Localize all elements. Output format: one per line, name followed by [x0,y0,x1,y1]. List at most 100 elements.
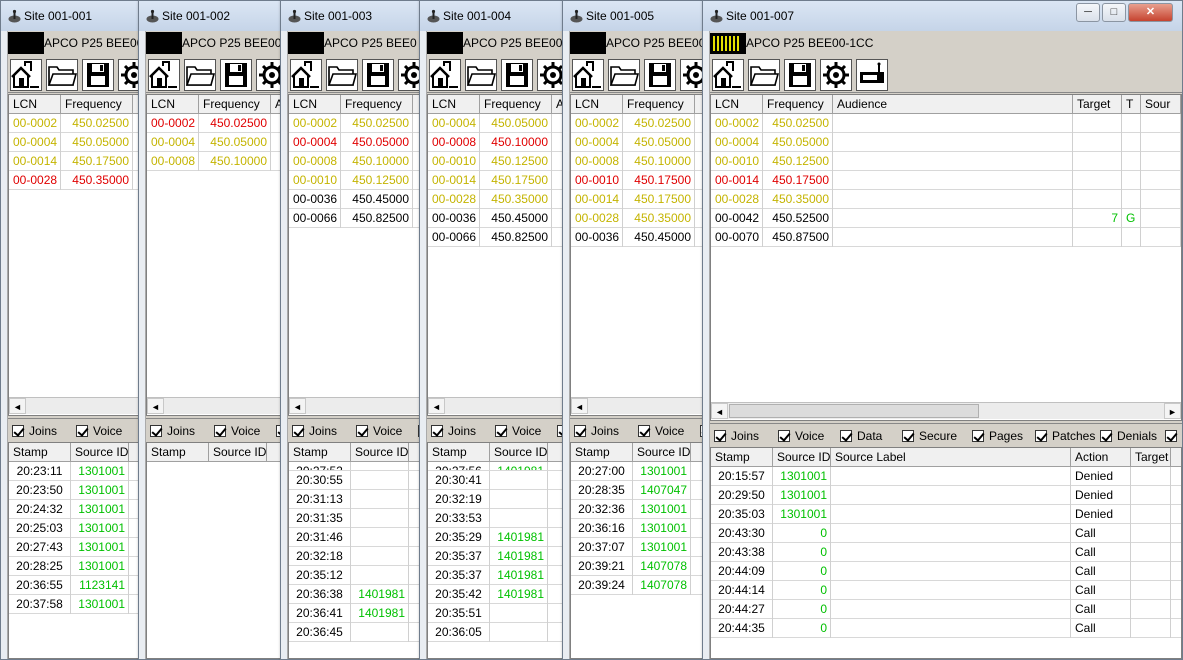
checkbox-checked-icon[interactable] [778,430,790,442]
save-button[interactable] [362,59,394,91]
event-row[interactable]: 20:39:21 1407078 [571,557,703,576]
window-w3[interactable]: Site 001-003 APCO P25 BEE0 LCN Frequency 00-… [280,0,421,660]
source-id-column-header[interactable]: Source ID [773,448,831,467]
open-button[interactable] [608,59,640,91]
event-row[interactable]: 20:27:00 1301001 [571,462,703,481]
event-row[interactable]: 20:44:35 0 Call [711,619,1181,638]
t-column-header[interactable]: T [1122,95,1141,114]
filter-joins-checkbox[interactable]: Joins [714,429,759,443]
close-button[interactable]: ✕ [1128,3,1173,22]
scroll-left-arrow-icon[interactable]: ◄ [571,398,588,414]
source-id-column-header[interactable]: Source ID [633,443,691,462]
filter-more-checkbox[interactable] [1165,429,1182,443]
home-button[interactable] [290,59,322,91]
filter-joins-checkbox[interactable]: Joins [12,424,57,438]
event-row[interactable]: 20:35:37 1401981 [428,547,562,566]
checkbox-checked-icon[interactable] [1035,430,1047,442]
channel-row[interactable]: 00-0004 450.05000 [289,133,419,152]
channel-row[interactable]: 00-0004 450.05000 [9,133,138,152]
source-column-header[interactable]: Sour [1141,95,1181,114]
more-column-header[interactable] [267,443,280,462]
checkbox-checked-icon[interactable] [214,425,226,437]
channel-row[interactable]: 00-0036 450.45000 [289,190,419,209]
channel-row[interactable]: 00-0066 450.82500 [289,209,419,228]
event-row[interactable]: 20:24:32 1301001 [9,500,138,519]
window-w5[interactable]: Site 001-005 APCO P25 BEE00 LCN Frequency 00… [562,0,705,660]
lcn-column-header[interactable]: LCN [571,95,623,114]
event-row[interactable]: 20:35:37 1401981 [428,566,562,585]
title-bar[interactable]: Site 001-002 [139,1,281,31]
channel-row[interactable]: 00-0002 450.02500 [571,114,703,133]
window-w2[interactable]: Site 001-002 APCO P25 BEE00- LCNFrequencyA… [138,0,282,660]
channel-row[interactable]: 00-0004 450.05000 [428,114,562,133]
filter-joins-checkbox[interactable]: Joins [431,424,476,438]
event-row[interactable]: 20:35:42 1401981 [428,585,562,604]
event-row[interactable]: 20:33:53 [428,509,562,528]
filter-patches-checkbox[interactable]: Patches [1035,429,1095,443]
frequency-column-header[interactable]: Frequency [763,95,833,114]
event-row[interactable]: 20:32:19 [428,490,562,509]
channel-row[interactable]: 00-0002 450.02500 [711,114,1181,133]
checkbox-checked-icon[interactable] [150,425,162,437]
event-row[interactable]: 20:25:03 1301001 [9,519,138,538]
source-id-column-header[interactable]: Source ID [209,443,267,462]
source-id-column-header[interactable]: Source ID [490,443,548,462]
channel-row[interactable]: 00-0010 450.12500 [289,171,419,190]
action-column-header[interactable]: Action [1071,448,1131,467]
channel-row[interactable]: 00-0014 450.17500 [711,171,1181,190]
lcn-column-header[interactable]: LCN [289,95,341,114]
event-row[interactable]: 20:28:25 1301001 [9,557,138,576]
filter-joins-checkbox[interactable]: Joins [292,424,337,438]
filter-voice-checkbox[interactable]: Voice [214,424,260,438]
event-row[interactable]: 20:32:36 1301001 [571,500,703,519]
lcn-column-header[interactable]: LCN [711,95,763,114]
channel-horizontal-scrollbar[interactable]: ◄ [9,397,138,414]
home-button[interactable] [148,59,180,91]
filter-denials-checkbox[interactable]: Denials [1100,429,1157,443]
title-bar[interactable]: Site 001-005 [563,1,704,31]
event-row[interactable]: 20:27:56 1401981 [428,462,562,471]
channel-row[interactable]: 00-0014 450.17500 [571,190,703,209]
window-w4[interactable]: Site 001-004 APCO P25 BEE00- LCNFrequencyA… [419,0,564,660]
channel-row[interactable]: 00-0008 450.10000 [147,152,280,171]
channel-row[interactable]: 00-0004 450.05000 [571,133,703,152]
save-button[interactable] [82,59,114,91]
channel-row[interactable]: 00-0036 450.45000 [571,228,703,247]
event-row[interactable]: 20:28:35 1407047 [571,481,703,500]
channel-horizontal-scrollbar[interactable]: ◄ [428,397,562,414]
filter-data-checkbox[interactable]: Data [840,429,882,443]
event-row[interactable]: 20:36:16 1301001 [571,519,703,538]
scroll-thumb[interactable] [729,404,979,418]
channel-row[interactable]: 00-0010 450.12500 [711,152,1181,171]
event-row[interactable]: 20:43:38 0 Call [711,543,1181,562]
window-w7[interactable]: Site 001-007 ─ □ ✕ APCO P25 BEE00-1CC LCN Freq… [702,0,1183,660]
event-row[interactable]: 20:35:03 1301001 Denied [711,505,1181,524]
source-id-column-header[interactable]: Source ID [71,443,129,462]
channel-horizontal-scrollbar[interactable]: ◄ [571,397,703,414]
window-w1[interactable]: Site 001-001 APCO P25 BEE00 LCN Frequency 00… [0,0,140,660]
channel-row[interactable]: 00-0010 450.12500 [428,152,562,171]
scroll-left-arrow-icon[interactable]: ◄ [147,398,164,414]
event-row[interactable]: 20:36:38 1401981 [289,585,419,604]
event-row[interactable]: 20:35:51 [428,604,562,623]
save-button[interactable] [644,59,676,91]
event-row[interactable]: 20:44:27 0 Call [711,600,1181,619]
checkbox-checked-icon[interactable] [495,425,507,437]
home-button[interactable] [429,59,461,91]
checkbox-checked-icon[interactable] [840,430,852,442]
channel-row[interactable]: 00-0008 450.10000 [428,133,562,152]
filter-joins-checkbox[interactable]: Joins [574,424,619,438]
filter-voice-checkbox[interactable]: Voice [778,429,824,443]
audience-column-header[interactable]: Audience [833,95,1073,114]
checkbox-checked-icon[interactable] [714,430,726,442]
scroll-right-arrow-icon[interactable]: ► [1164,403,1181,419]
event-row[interactable]: 20:44:14 0 Call [711,581,1181,600]
scroll-left-arrow-icon[interactable]: ◄ [428,398,445,414]
frequency-column-header[interactable]: Frequency [623,95,695,114]
minimize-button[interactable]: ─ [1076,3,1100,22]
channel-row[interactable]: 00-0004 450.05000 [147,133,280,152]
stamp-column-header[interactable]: Stamp [571,443,633,462]
checkbox-checked-icon[interactable] [902,430,914,442]
channel-row[interactable]: 00-0010 450.17500 [571,171,703,190]
channel-row[interactable]: 00-0028 450.35000 [428,190,562,209]
